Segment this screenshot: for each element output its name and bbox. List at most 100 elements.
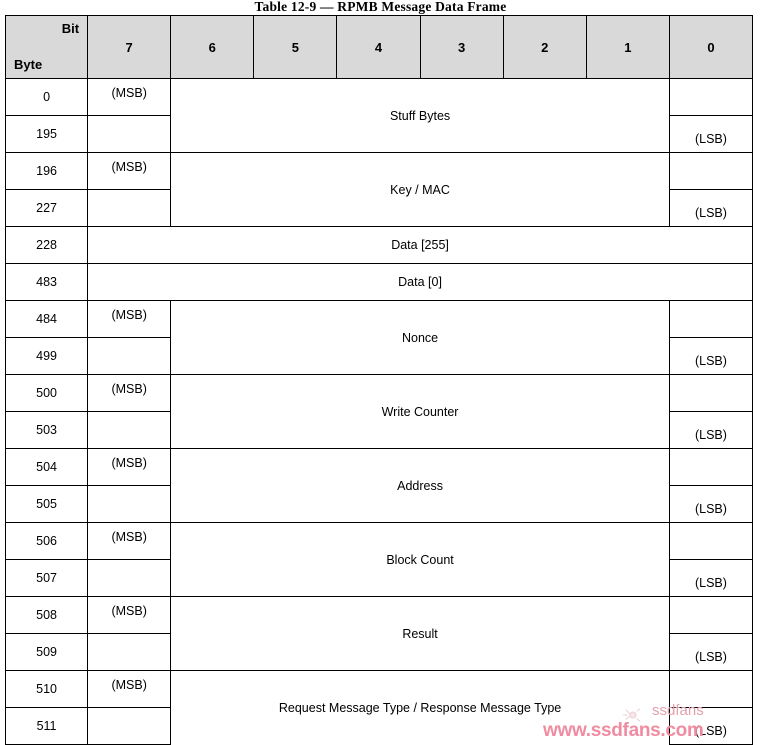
lsb-label: (LSB) [694, 132, 727, 146]
lsb-marker-cell: (LSB) [668, 485, 754, 523]
field-name-cell: Data [255] [87, 226, 753, 264]
field-name-cell: Result [170, 596, 670, 671]
byte-index-start: 506 [4, 522, 89, 560]
field-name-cell: Request Message Type / Response Message … [170, 670, 670, 745]
byte-index-start: 196 [4, 152, 89, 190]
msb-label: (MSB) [111, 678, 147, 692]
header-corner-bit-byte: Bit Byte [4, 15, 89, 79]
field-filler-cell [668, 596, 754, 634]
header-bit-label: Bit [61, 21, 80, 36]
msb-marker-cell: (MSB) [87, 448, 172, 486]
table-row: 508 (MSB) Result [4, 596, 754, 671]
lsb-label: (LSB) [694, 354, 727, 368]
byte-index-start: 500 [4, 374, 89, 412]
byte-index-start: 508 [4, 596, 89, 634]
field-filler-cell [668, 448, 754, 486]
field-filler-cell [87, 337, 172, 375]
msb-label: (MSB) [111, 308, 147, 322]
header-bit-0: 0 [668, 15, 754, 79]
table-row: 483 Data [0] [4, 263, 753, 301]
header-bit-1: 1 [585, 15, 670, 79]
byte-index-start: 0 [4, 78, 89, 116]
lsb-label: (LSB) [694, 724, 727, 738]
msb-marker-cell: (MSB) [87, 596, 172, 634]
byte-index-start: 504 [4, 448, 89, 486]
field-name-cell: Stuff Bytes [170, 78, 670, 153]
field-filler-cell [87, 707, 172, 745]
lsb-marker-cell: (LSB) [668, 189, 754, 227]
header-byte-label: Byte [14, 57, 43, 72]
byte-index-start: 484 [4, 300, 89, 338]
msb-label: (MSB) [111, 382, 147, 396]
rpmb-message-data-frame-table: Bit Byte 7 6 5 4 3 2 1 0 0 (MSB) Stuff B… [4, 15, 754, 745]
msb-label: (MSB) [111, 86, 147, 100]
table-row: 506 (MSB) Block Count [4, 522, 754, 597]
byte-index-start: 510 [4, 670, 89, 708]
table-row: 510 (MSB) Request Message Type / Respons… [4, 670, 754, 745]
field-name-cell: Address [170, 448, 670, 523]
byte-index-end: 505 [4, 485, 89, 523]
header-bit-4: 4 [336, 15, 421, 79]
msb-label: (MSB) [111, 160, 147, 174]
field-filler-cell [87, 559, 172, 597]
field-filler-cell [87, 189, 172, 227]
field-filler-cell [668, 374, 754, 412]
table-row: 484 (MSB) Nonce [4, 300, 754, 375]
msb-label: (MSB) [111, 530, 147, 544]
header-row: Bit Byte 7 6 5 4 3 2 1 0 [4, 15, 754, 79]
msb-marker-cell: (MSB) [87, 522, 172, 560]
lsb-marker-cell: (LSB) [668, 707, 754, 745]
field-filler-cell [668, 78, 754, 116]
field-filler-cell [668, 300, 754, 338]
lsb-marker-cell: (LSB) [668, 337, 754, 375]
header-bit-7: 7 [87, 15, 172, 79]
field-name-cell: Block Count [170, 522, 670, 597]
table-row: 196 (MSB) Key / MAC [4, 152, 754, 227]
msb-label: (MSB) [111, 456, 147, 470]
lsb-label: (LSB) [694, 502, 727, 516]
table-header: Bit Byte 7 6 5 4 3 2 1 0 [4, 15, 754, 79]
byte-index-end: 227 [4, 189, 89, 227]
byte-index-end: 509 [4, 633, 89, 671]
table-caption: Table 12-9 — RPMB Message Data Frame [254, 0, 507, 14]
header-bit-2: 2 [502, 15, 587, 79]
header-bit-6: 6 [170, 15, 255, 79]
byte-index-end: 195 [4, 115, 89, 153]
msb-marker-cell: (MSB) [87, 152, 172, 190]
lsb-label: (LSB) [694, 650, 727, 664]
field-name-cell: Key / MAC [170, 152, 670, 227]
field-filler-cell [87, 115, 172, 153]
lsb-marker-cell: (LSB) [668, 115, 754, 153]
field-name-cell: Write Counter [170, 374, 670, 449]
lsb-marker-cell: (LSB) [668, 411, 754, 449]
table-row: 500 (MSB) Write Counter [4, 374, 754, 449]
byte-index-end: 499 [4, 337, 89, 375]
byte-index: 228 [4, 226, 89, 264]
header-bit-3: 3 [419, 15, 504, 79]
header-bit-5: 5 [253, 15, 338, 79]
field-filler-cell [668, 670, 754, 708]
table-body: 0 (MSB) Stuff Bytes 195 (LSB) 196 (MSB) … [4, 78, 754, 745]
byte-index-end: 511 [4, 707, 89, 745]
table-row: 0 (MSB) Stuff Bytes [4, 78, 754, 153]
field-filler-cell [668, 152, 754, 190]
lsb-marker-cell: (LSB) [668, 633, 754, 671]
lsb-label: (LSB) [694, 206, 727, 220]
table-row: 504 (MSB) Address [4, 448, 754, 523]
lsb-label: (LSB) [694, 428, 727, 442]
msb-marker-cell: (MSB) [87, 78, 172, 116]
field-name-cell: Nonce [170, 300, 670, 375]
field-filler-cell [87, 411, 172, 449]
lsb-label: (LSB) [694, 576, 727, 590]
byte-index-end: 503 [4, 411, 89, 449]
byte-index-end: 507 [4, 559, 89, 597]
table-row: 228 Data [255] [4, 226, 753, 264]
lsb-marker-cell: (LSB) [668, 559, 754, 597]
msb-label: (MSB) [111, 604, 147, 618]
field-name-cell: Data [0] [87, 263, 753, 301]
field-filler-cell [87, 633, 172, 671]
msb-marker-cell: (MSB) [87, 670, 172, 708]
field-filler-cell [668, 522, 754, 560]
msb-marker-cell: (MSB) [87, 300, 172, 338]
field-filler-cell [87, 485, 172, 523]
